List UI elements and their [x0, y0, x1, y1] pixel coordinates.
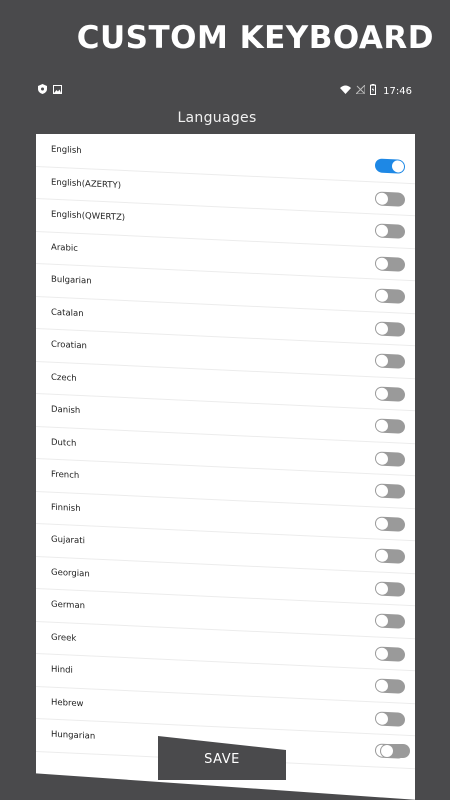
language-toggle[interactable]	[375, 158, 405, 174]
toggle-knob	[376, 581, 388, 595]
language-sheet: English English(AZERTY) English(QWERTZ) Ara…	[36, 134, 415, 800]
image-icon	[53, 84, 62, 97]
language-label: Bulgarian	[51, 274, 92, 287]
language-toggle[interactable]	[380, 744, 410, 758]
toggle-knob	[376, 256, 388, 270]
toggle-knob	[376, 224, 388, 237]
no-signal-icon	[354, 83, 366, 97]
toggle-knob	[376, 191, 388, 205]
language-label: Gujarati	[51, 534, 85, 547]
language-label: Croatian	[51, 339, 87, 352]
language-label: Danish	[51, 404, 81, 417]
battery-icon	[370, 84, 377, 98]
toggle-knob	[376, 679, 388, 692]
toggle-knob	[376, 321, 388, 335]
language-toggle[interactable]	[375, 678, 405, 694]
language-toggle[interactable]	[375, 223, 405, 239]
toggle-knob	[376, 386, 388, 400]
language-label: Georgian	[51, 567, 90, 579]
toggle-knob	[376, 354, 388, 367]
promo-title: CUSTOM KEYBOARD	[76, 20, 434, 56]
language-label: English(QWERTZ)	[51, 209, 126, 224]
language-label: Hebrew	[51, 697, 84, 709]
language-list: English English(AZERTY) English(QWERTZ) Ara…	[36, 134, 415, 769]
toggle-knob	[392, 160, 404, 173]
language-toggle[interactable]	[375, 288, 405, 304]
language-toggle[interactable]	[375, 418, 405, 434]
language-toggle[interactable]	[375, 385, 405, 402]
language-toggle[interactable]	[375, 353, 405, 369]
toggle-knob	[381, 745, 393, 757]
language-toggle[interactable]	[375, 320, 405, 337]
language-label: Greek	[51, 632, 77, 644]
language-label: Finnish	[51, 502, 81, 514]
language-toggle[interactable]	[375, 515, 405, 532]
language-label: English(AZERTY)	[51, 177, 122, 191]
language-toggle[interactable]	[375, 483, 405, 499]
toggle-knob	[376, 646, 388, 660]
status-bar-right: 17:46	[340, 83, 412, 98]
toggle-knob	[376, 419, 388, 432]
language-label: Arabic	[51, 242, 78, 254]
language-toggle[interactable]	[375, 613, 405, 629]
toggle-knob	[376, 484, 388, 497]
status-bar: 17:46	[38, 83, 412, 100]
language-toggle[interactable]	[375, 580, 405, 597]
save-button-label: SAVE	[204, 752, 240, 767]
toggle-knob	[376, 289, 388, 302]
language-toggle[interactable]	[375, 255, 405, 272]
language-toggle[interactable]	[375, 190, 405, 207]
language-label: Catalan	[51, 307, 84, 319]
language-toggle[interactable]	[375, 645, 405, 662]
language-label: German	[51, 599, 86, 612]
toggle-knob	[376, 451, 388, 465]
status-time: 17:46	[383, 85, 412, 97]
toggle-knob	[376, 516, 388, 530]
shield-icon	[38, 84, 47, 97]
wifi-icon	[340, 85, 352, 97]
toggle-knob	[376, 614, 388, 627]
toggle-knob	[376, 549, 388, 562]
language-label: Dutch	[51, 437, 77, 449]
language-toggle[interactable]	[375, 450, 405, 467]
screen-title: Languages	[177, 110, 257, 126]
status-bar-left	[38, 84, 62, 97]
language-label: Hungarian	[51, 729, 96, 742]
toggle-knob	[376, 711, 388, 725]
language-label: French	[51, 469, 80, 481]
language-label: English	[51, 144, 82, 157]
language-toggle[interactable]	[375, 710, 405, 727]
language-label: Czech	[51, 372, 77, 384]
language-toggle[interactable]	[375, 548, 405, 564]
language-label: Hindi	[51, 664, 73, 676]
